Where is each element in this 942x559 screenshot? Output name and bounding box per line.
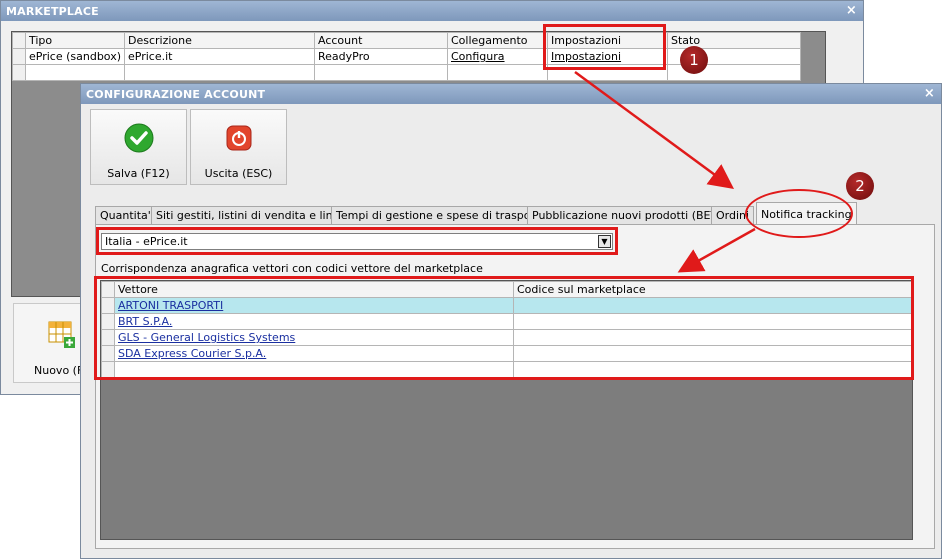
arrow-1 (574, 70, 735, 189)
arrow-2 (677, 227, 756, 273)
annotation-arrows (574, 70, 756, 273)
